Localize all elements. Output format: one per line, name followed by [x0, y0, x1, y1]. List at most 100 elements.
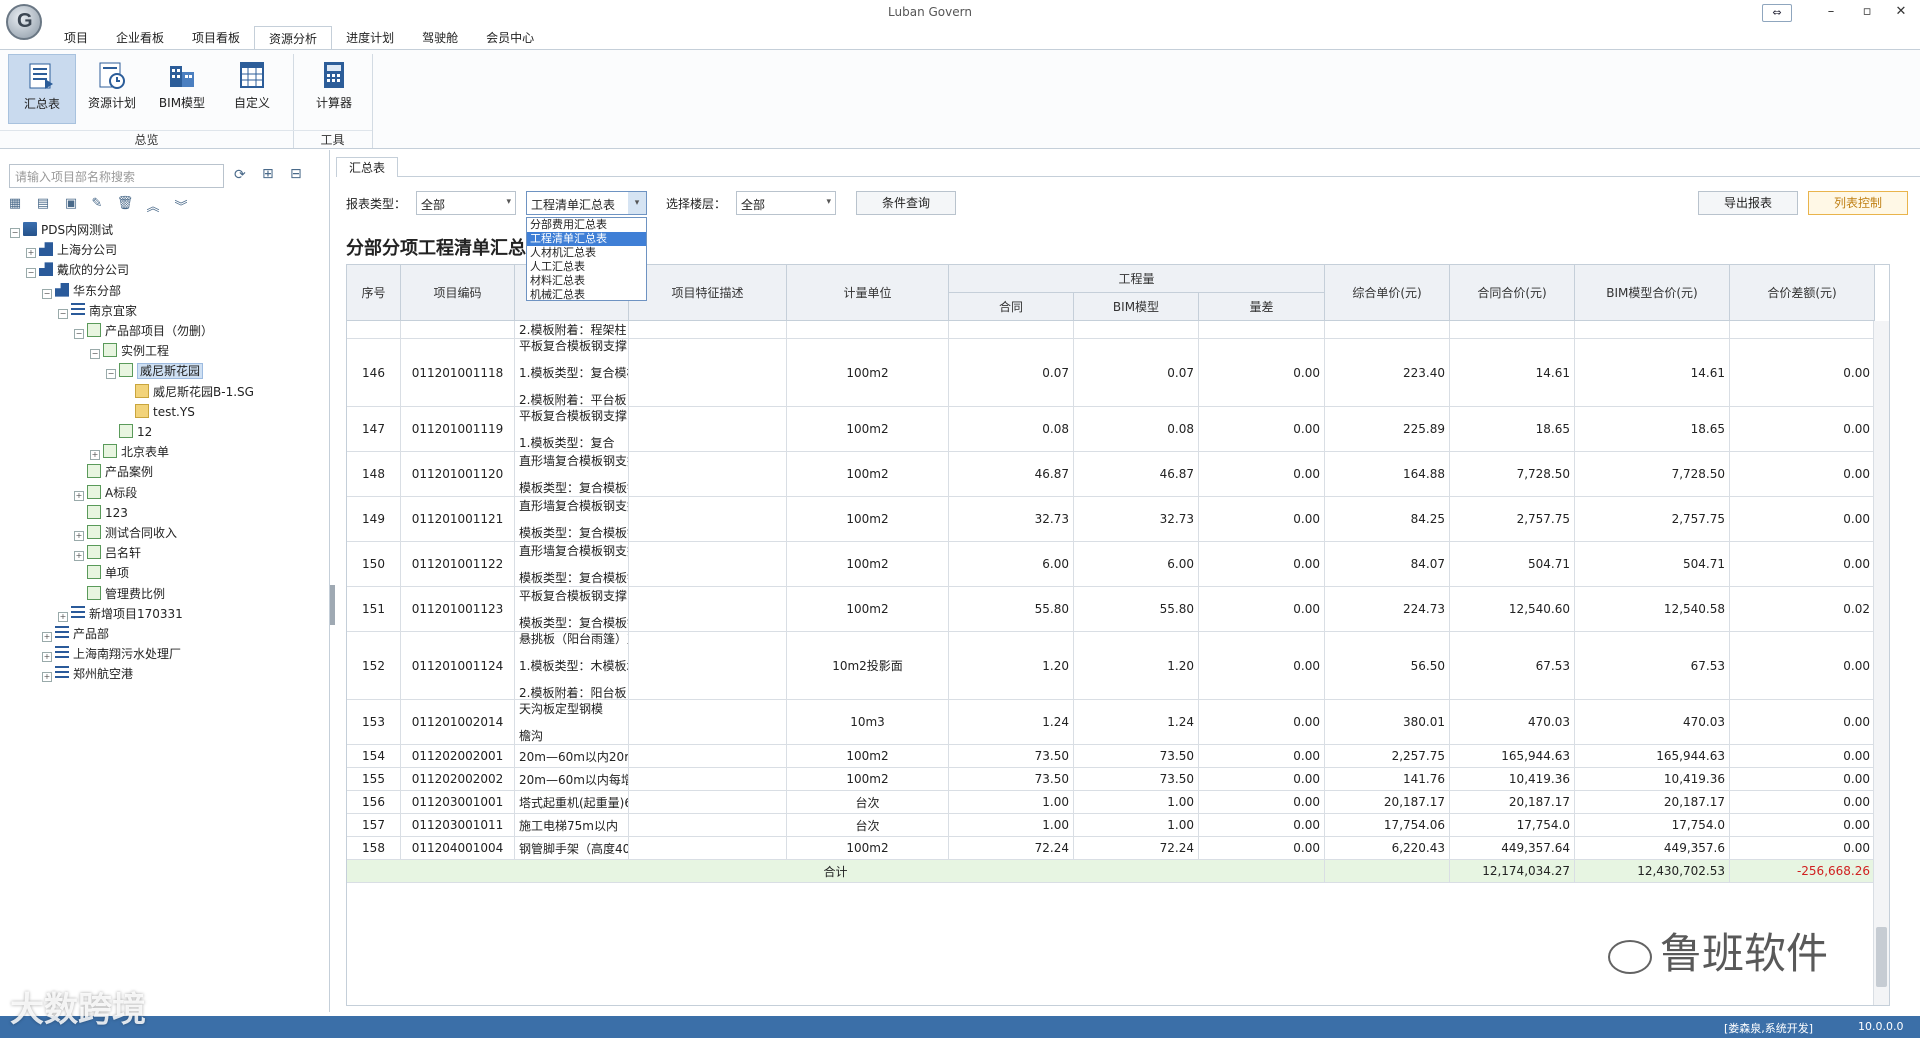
- tree-node[interactable]: + 吕名轩: [74, 543, 141, 563]
- tree-node[interactable]: + 上海南翔污水处理厂: [42, 644, 181, 664]
- expand-icon[interactable]: +: [74, 551, 84, 562]
- col-header-bim-total[interactable]: BIM模型合价(元): [1575, 265, 1730, 321]
- col-header-qty-diff[interactable]: 量差: [1199, 293, 1325, 321]
- tree-node[interactable]: 12: [106, 422, 152, 442]
- expand-icon[interactable]: +: [42, 672, 52, 683]
- table-row[interactable]: 151011201001123平板复合模板钢支撑模板类型：复合模板钢支100m2…: [347, 587, 1889, 632]
- col-header-qty-bim[interactable]: BIM模型: [1074, 293, 1199, 321]
- dropdown-option[interactable]: 分部费用汇总表: [527, 218, 646, 232]
- expand-all-icon[interactable]: ⊞: [262, 166, 274, 182]
- menu-item-enterprise-board[interactable]: 企业看板: [102, 26, 178, 50]
- tree-node[interactable]: + 产品部: [42, 624, 109, 644]
- vertical-scrollbar[interactable]: [1873, 321, 1889, 1005]
- tree-node[interactable]: − 产品部项目（勿删）: [74, 321, 213, 341]
- summary-type-select[interactable]: 工程清单汇总表 ▾: [526, 191, 647, 215]
- table-row[interactable]: 156011203001001塔式起重机(起重量)600k台次1.001.000…: [347, 791, 1889, 814]
- export-button[interactable]: 导出报表: [1698, 191, 1798, 215]
- collapse-icon[interactable]: −: [10, 228, 20, 238]
- search-input[interactable]: 请输入项目部名称搜索: [9, 164, 224, 188]
- minimize-button[interactable]: –: [1816, 4, 1846, 19]
- col-header-unit-price[interactable]: 综合单价(元): [1325, 265, 1450, 321]
- dropdown-option[interactable]: 材料汇总表: [527, 274, 646, 288]
- col-header-total-diff[interactable]: 合价差额(元): [1730, 265, 1875, 321]
- expand-icon[interactable]: +: [42, 652, 52, 663]
- expand-icon[interactable]: +: [74, 490, 84, 501]
- tree-node[interactable]: − 威尼斯花园: [106, 361, 204, 381]
- table-row[interactable]: 152011201001124 悬挑板（阳台雨篷）直形 1.模板类型：木模板木支 2.…: [347, 632, 1889, 700]
- collapse-icon[interactable]: −: [106, 369, 116, 380]
- collapse-icon[interactable]: −: [90, 349, 100, 360]
- tree-node[interactable]: − 南京宜家: [58, 301, 137, 321]
- tree-node[interactable]: + 上海分公司: [26, 240, 117, 260]
- column-control-button[interactable]: 列表控制: [1808, 191, 1908, 215]
- tree-node[interactable]: − 戴欣的分公司: [26, 260, 129, 280]
- swap-icon[interactable]: ⇔: [1762, 4, 1792, 22]
- collapse-icon[interactable]: −: [42, 288, 52, 299]
- calculator-button[interactable]: 计算器: [300, 54, 368, 124]
- add-company-icon[interactable]: ▦: [6, 196, 24, 214]
- tree-node[interactable]: + 北京表单: [90, 442, 169, 462]
- col-header-contract-total[interactable]: 合同合价(元): [1450, 265, 1575, 321]
- report-type-select[interactable]: 全部 ▾: [416, 191, 516, 215]
- tree-node[interactable]: + 测试合同收入: [74, 523, 177, 543]
- tree-node[interactable]: + A标段: [74, 483, 137, 503]
- add-department-icon[interactable]: ▤: [34, 196, 52, 214]
- table-row[interactable]: 153 011201002014 天沟板定型钢模 檐沟 10m3 1.24 1.24 0.00…: [347, 700, 1889, 745]
- collapse-all-icon[interactable]: ⊟: [290, 166, 302, 182]
- close-button[interactable]: ✕: [1886, 4, 1916, 19]
- menu-item-cockpit[interactable]: 驾驶舱: [408, 26, 472, 50]
- resource-plan-button[interactable]: 资源计划: [78, 54, 146, 124]
- refresh-icon[interactable]: ⟳: [234, 167, 246, 183]
- collapse-icon[interactable]: −: [26, 268, 36, 279]
- menu-item-resource-analysis[interactable]: 资源分析: [254, 26, 333, 50]
- table-row[interactable]: 149011201001121直形墙复合模板钢支撑模板类型：复合模板钢支100m…: [347, 497, 1889, 542]
- table-row-partial[interactable]: 2.模板附着：程架柱: [347, 321, 1889, 339]
- table-row[interactable]: 15501120200200220m—60m以内每增10m100m273.507…: [347, 768, 1889, 791]
- dropdown-option[interactable]: 工程清单汇总表: [527, 232, 646, 246]
- col-header-seq[interactable]: 序号: [347, 265, 401, 321]
- edit-icon[interactable]: ✎: [88, 196, 106, 214]
- tree-node[interactable]: 产品案例: [74, 462, 153, 482]
- collapse-icon[interactable]: −: [58, 308, 68, 319]
- expand-icon[interactable]: +: [58, 611, 68, 622]
- expand-icon[interactable]: +: [74, 531, 84, 541]
- panel-splitter[interactable]: [330, 585, 335, 625]
- expand-icon[interactable]: +: [42, 632, 52, 642]
- tree-node[interactable]: − 华东分部: [42, 281, 121, 301]
- table-row[interactable]: 147 011201001119 平板复合模板钢支撑 1.模板类型：复合 100m2 0.…: [347, 407, 1889, 452]
- col-header-qty-contract[interactable]: 合同: [949, 293, 1074, 321]
- dropdown-option[interactable]: 人材机汇总表: [527, 246, 646, 260]
- menu-item-schedule[interactable]: 进度计划: [332, 26, 408, 50]
- delete-icon[interactable]: 🗑: [116, 196, 134, 214]
- floor-select[interactable]: 全部 ▾: [736, 191, 836, 215]
- table-row[interactable]: 15401120200200120m—60m以内20m以上100m273.507…: [347, 745, 1889, 768]
- tree-node[interactable]: 123: [74, 503, 128, 523]
- collapse-icon[interactable]: −: [74, 329, 84, 339]
- tree-node[interactable]: test.YS: [122, 402, 195, 422]
- dropdown-option[interactable]: 人工汇总表: [527, 260, 646, 274]
- tree-node[interactable]: − 实例工程: [90, 341, 169, 361]
- scrollbar-thumb[interactable]: [1876, 927, 1887, 987]
- tree-node[interactable]: − PDS内网测试: [10, 220, 113, 240]
- expand-icon[interactable]: +: [26, 248, 36, 259]
- custom-button[interactable]: 自定义: [218, 54, 286, 124]
- table-row[interactable]: 146011201001118 平板复合模板钢支撑 1.模板类型：复合模板钢 2.模板…: [347, 339, 1889, 407]
- col-header-code[interactable]: 项目编码: [401, 265, 515, 321]
- col-header-unit[interactable]: 计量单位: [787, 265, 949, 321]
- table-row[interactable]: 148011201001120直形墙复合模板钢支撑模板类型：复合模板钢支100m…: [347, 452, 1889, 497]
- tab-summary[interactable]: 汇总表: [336, 157, 399, 177]
- col-header-feature[interactable]: 项目特征描述: [629, 265, 787, 321]
- table-row[interactable]: 158011204001004钢管脚手架（高度40m以100m272.2472.…: [347, 837, 1889, 860]
- menu-item-project[interactable]: 项目: [50, 26, 102, 50]
- maximize-button[interactable]: ▫: [1852, 4, 1882, 19]
- tree-node[interactable]: 威尼斯花园B-1.SG: [122, 382, 254, 402]
- move-down-icon[interactable]: ︾: [172, 196, 190, 215]
- bim-model-button[interactable]: BIM模型: [148, 54, 216, 124]
- move-up-icon[interactable]: ︽: [144, 196, 162, 215]
- tree-node[interactable]: + 新增项目170331: [58, 604, 183, 624]
- tree-node[interactable]: + 郑州航空港: [42, 664, 133, 684]
- expand-icon[interactable]: +: [90, 450, 100, 461]
- summary-table-button[interactable]: 汇总表: [8, 54, 76, 124]
- table-row[interactable]: 157 011203001011 施工电梯75m以内 台次 1.00 1.00 0.00 17…: [347, 814, 1889, 837]
- add-project-icon[interactable]: ▣: [62, 196, 80, 214]
